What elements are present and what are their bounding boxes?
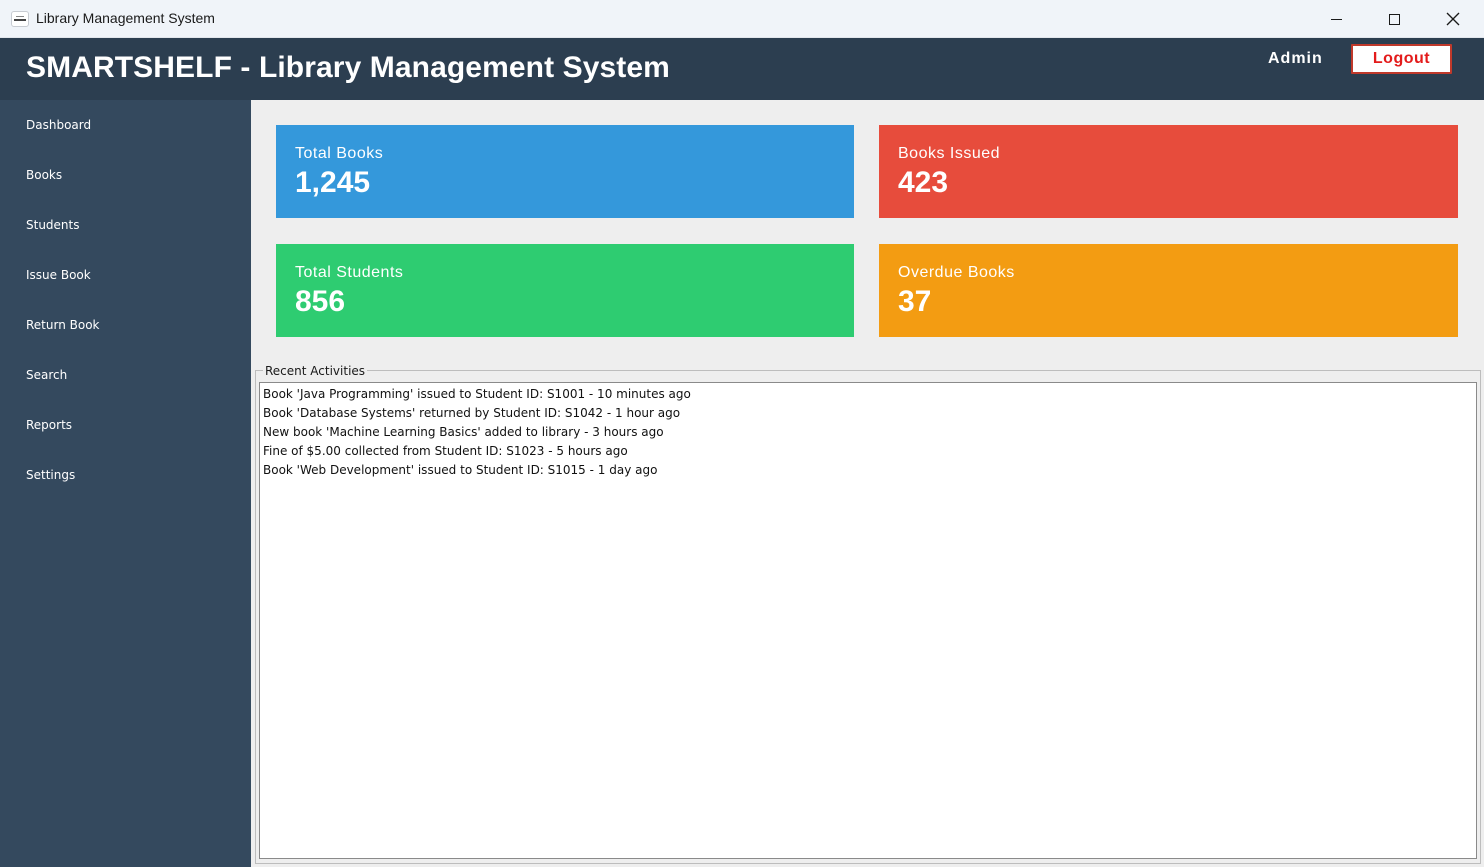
recent-activities-title: Recent Activities — [263, 364, 368, 378]
sidebar-item-students[interactable]: Students — [26, 218, 80, 232]
minimize-icon — [1330, 18, 1342, 20]
activity-item: Book 'Web Development' issued to Student… — [263, 463, 658, 477]
stat-label: Books Issued — [898, 145, 1001, 162]
stat-card-total-students: Total Students 856 — [276, 244, 854, 337]
sidebar-item-return-book[interactable]: Return Book — [26, 318, 100, 332]
sidebar-item-search[interactable]: Search — [26, 368, 67, 382]
sidebar: Dashboard Books Students Issue Book Retu… — [0, 100, 251, 867]
stat-value: 423 — [898, 166, 949, 199]
close-button[interactable] — [1424, 0, 1482, 38]
app-icon — [11, 11, 29, 27]
stat-card-books-issued: Books Issued 423 — [879, 125, 1458, 218]
activity-item: Book 'Database Systems' returned by Stud… — [263, 406, 681, 420]
stat-value: 1,245 — [295, 166, 371, 199]
sidebar-item-reports[interactable]: Reports — [26, 418, 72, 432]
maximize-button[interactable] — [1365, 0, 1423, 38]
sidebar-item-dashboard[interactable]: Dashboard — [26, 118, 91, 132]
minimize-button[interactable] — [1307, 0, 1365, 38]
sidebar-item-settings[interactable]: Settings — [26, 468, 75, 482]
stat-value: 856 — [295, 285, 346, 318]
activity-item: Fine of $5.00 collected from Student ID:… — [263, 444, 628, 458]
app-title: SMARTSHELF - Library Management System — [26, 51, 670, 84]
stat-card-total-books: Total Books 1,245 — [276, 125, 854, 218]
maximize-icon — [1388, 13, 1400, 25]
window-title: Library Management System — [36, 10, 215, 26]
user-label: Admin — [1268, 50, 1323, 67]
stat-label: Total Books — [295, 145, 384, 162]
recent-activities-panel: Recent Activities Book 'Java Programming… — [255, 364, 1481, 864]
logout-button[interactable]: Logout — [1351, 44, 1452, 74]
activity-item: New book 'Machine Learning Basics' added… — [263, 425, 664, 439]
app-header: SMARTSHELF - Library Management System A… — [0, 38, 1484, 100]
stat-value: 37 — [898, 285, 932, 318]
activity-item: Book 'Java Programming' issued to Studen… — [263, 387, 691, 401]
window-titlebar: Library Management System — [0, 0, 1484, 38]
recent-activities-textarea[interactable]: Book 'Java Programming' issued to Studen… — [259, 382, 1477, 859]
sidebar-item-issue-book[interactable]: Issue Book — [26, 268, 91, 282]
stat-label: Overdue Books — [898, 264, 1015, 281]
sidebar-item-books[interactable]: Books — [26, 168, 62, 182]
close-icon — [1446, 12, 1460, 26]
main-content: Total Books 1,245 Books Issued 423 Total… — [251, 100, 1484, 867]
stat-label: Total Students — [295, 264, 404, 281]
stat-card-overdue-books: Overdue Books 37 — [879, 244, 1458, 337]
